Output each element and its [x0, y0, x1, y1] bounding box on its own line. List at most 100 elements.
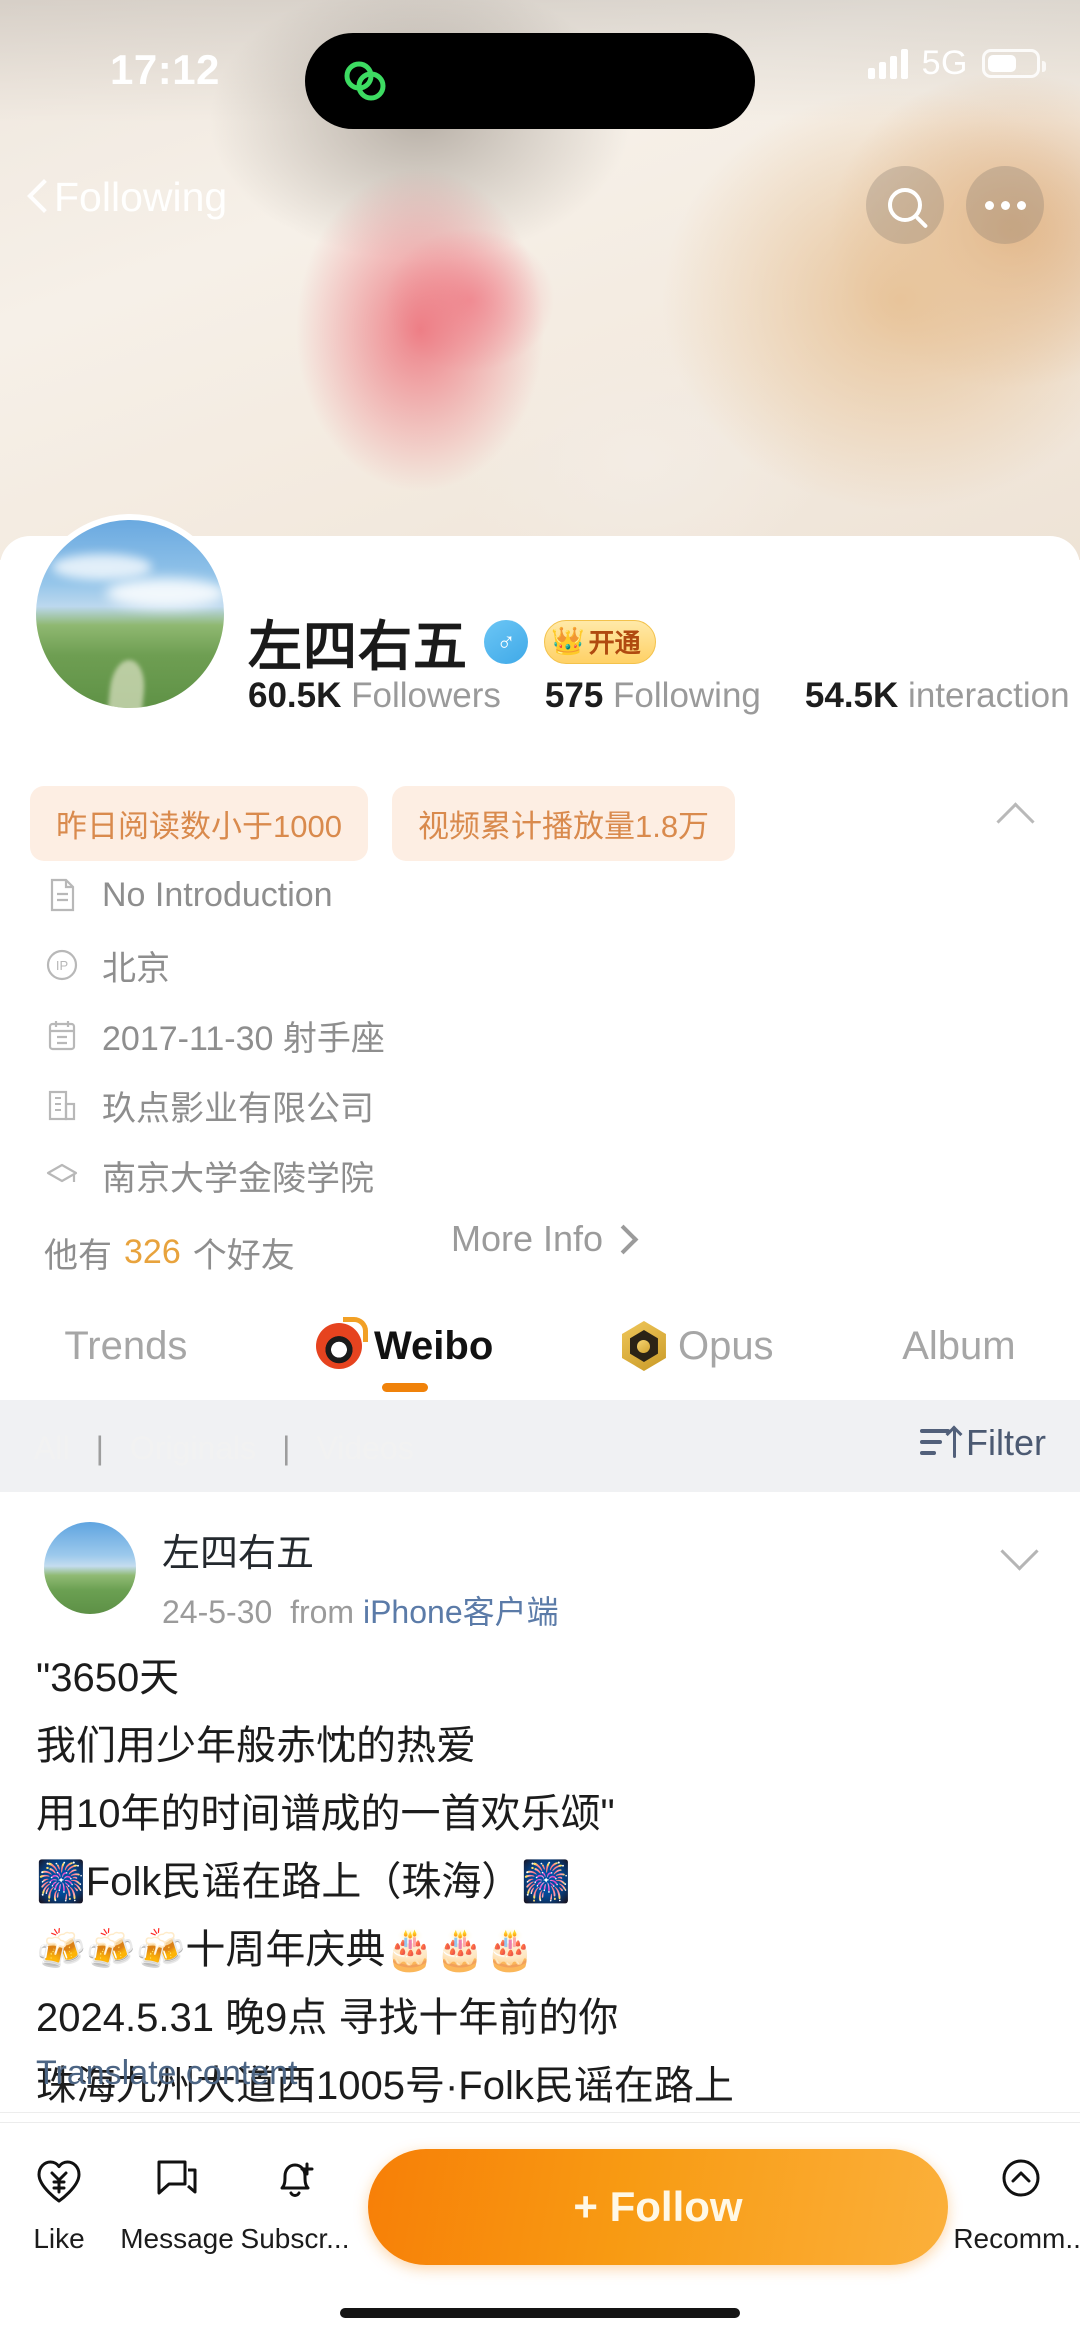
- stat-followers-value: 60.5K: [248, 676, 342, 715]
- heart-yuan-icon: [33, 2149, 85, 2211]
- stat-following-label: Following: [613, 676, 761, 715]
- phone-screen: 17:12 5G Following 左四右五 ♂ 👑 开通 60.5K Fol…: [0, 0, 1080, 2340]
- stat-following[interactable]: 575 Following: [545, 676, 761, 716]
- post-divider: [0, 2112, 1080, 2113]
- post-source[interactable]: iPhone客户端: [363, 1594, 559, 1630]
- like-button-label: Like: [33, 2223, 85, 2254]
- chevron-down-icon[interactable]: [1002, 1538, 1036, 1572]
- dynamic-island[interactable]: [305, 33, 755, 129]
- profile-tag-pills: 昨日阅读数小于1000 视频累计播放量1.8万: [30, 786, 736, 861]
- info-row-introduction: No Introduction: [44, 872, 385, 918]
- weibo-logo-icon: [316, 1317, 369, 1369]
- info-company-text: 玖点影业有限公司: [102, 1089, 374, 1128]
- info-introduction-text: No Introduction: [102, 875, 333, 914]
- info-row-location: IP 北京: [44, 942, 385, 988]
- filter-button-label: Filter: [966, 1422, 1046, 1463]
- document-icon: [50, 878, 75, 912]
- vip-badge-label: 开通: [588, 628, 641, 658]
- back-button[interactable]: Following: [28, 174, 227, 221]
- filter-segment-originals[interactable]: Originals: [130, 1430, 256, 1467]
- stat-followers-label: Followers: [351, 676, 501, 715]
- navigation-bar: Following: [0, 150, 1080, 270]
- post-line: 用10年的时间谱成的一首欢乐颂": [36, 1792, 615, 1836]
- tab-trends[interactable]: Trends: [64, 1292, 187, 1400]
- post-from-label: from: [290, 1594, 355, 1630]
- avatar-cloud: [52, 554, 152, 580]
- search-button[interactable]: [866, 166, 944, 244]
- tab-weibo[interactable]: Weibo: [316, 1292, 493, 1400]
- stat-interaction-value: 54.5K: [804, 676, 899, 715]
- like-button[interactable]: Like: [0, 2149, 118, 2255]
- tag-pill-reads[interactable]: 昨日阅读数小于1000: [30, 786, 368, 861]
- chevron-up-circle-icon: [995, 2149, 1047, 2211]
- stat-interaction-label: interaction: [908, 676, 1070, 715]
- post-line: "3650天: [36, 1656, 180, 1700]
- filter-separator: |: [95, 1430, 104, 1466]
- vip-badge[interactable]: 👑 开通: [544, 619, 656, 664]
- chevron-right-icon: [613, 1225, 629, 1253]
- info-location-text: 北京: [102, 949, 170, 988]
- avatar[interactable]: [30, 514, 230, 714]
- calendar-icon: [48, 1021, 76, 1051]
- avatar-cloud: [106, 578, 224, 608]
- info-row-education: 南京大学金陵学院: [44, 1152, 385, 1198]
- post-card: 左四右五 24-5-30 from iPhone客户端 "3650天 我们用少年…: [0, 1492, 1080, 2132]
- tab-album[interactable]: Album: [902, 1292, 1015, 1400]
- info-birthday-text: 2017-11-30 射手座: [102, 1019, 385, 1058]
- message-button-label: Message: [120, 2223, 234, 2254]
- recording-link-icon: [344, 61, 386, 101]
- home-indicator[interactable]: [340, 2308, 740, 2318]
- chevron-up-icon[interactable]: [1000, 798, 1034, 832]
- tab-album-label: Album: [902, 1323, 1016, 1368]
- post-header: 左四右五 24-5-30 from iPhone客户端: [44, 1522, 559, 1633]
- message-button[interactable]: Message: [118, 2149, 236, 2255]
- subscribe-button[interactable]: Subscr...: [236, 2149, 354, 2255]
- gender-male-icon: ♂: [484, 619, 528, 664]
- info-education-text: 南京大学金陵学院: [102, 1159, 374, 1198]
- translate-content-link[interactable]: Translate content: [36, 2054, 297, 2093]
- subscribe-button-label: Subscr...: [240, 2223, 350, 2254]
- navigation-actions: [866, 166, 1044, 244]
- filter-segment-all[interactable]: All: [34, 1430, 70, 1467]
- profile-name-row: 左四右五 ♂ 👑 开通: [248, 602, 656, 681]
- tab-opus-label: Opus: [677, 1323, 774, 1368]
- post-timestamp: 24-5-30 from iPhone客户端: [162, 1587, 559, 1633]
- filter-segment-videos[interactable]: Videos: [316, 1430, 413, 1467]
- post-author-avatar[interactable]: [44, 1522, 136, 1614]
- filter-bar: All | Originals | Videos Filter: [0, 1400, 1080, 1492]
- more-info-button[interactable]: More Info: [0, 1218, 1080, 1260]
- more-dots-icon: [984, 200, 1026, 210]
- bell-plus-icon: [269, 2149, 321, 2211]
- ip-location-icon: IP: [46, 949, 78, 981]
- avatar-path: [106, 658, 148, 708]
- tab-trends-label: Trends: [64, 1323, 188, 1368]
- filter-separator: |: [282, 1430, 291, 1466]
- filter-button[interactable]: Filter: [920, 1422, 1046, 1464]
- message-icon: [151, 2149, 203, 2211]
- more-button[interactable]: [966, 166, 1044, 244]
- profile-display-name: 左四右五: [248, 617, 468, 677]
- tab-weibo-label: Weibo: [374, 1323, 494, 1368]
- stat-following-value: 575: [544, 676, 604, 715]
- post-line: 🎆Folk民谣在路上（珠海）🎆: [36, 1860, 572, 1904]
- profile-info-list: No Introduction IP 北京 2017-11-30 射手座 玖点影…: [44, 872, 385, 1277]
- sort-filter-icon: [920, 1426, 958, 1460]
- post-content[interactable]: "3650天 我们用少年般赤忱的热爱 用10年的时间谱成的一首欢乐颂" 🎆Fol…: [36, 1644, 1046, 2120]
- stat-followers[interactable]: 60.5K Followers: [248, 676, 501, 716]
- post-author-name[interactable]: 左四右五: [162, 1522, 559, 1577]
- post-date: 24-5-30: [162, 1594, 273, 1630]
- post-line: 🍻🍻🍻十周年庆典🎂🎂🎂: [36, 1928, 535, 1972]
- post-line: 2024.5.31 晚9点 寻找十年前的你: [36, 1996, 619, 2040]
- tab-opus[interactable]: Opus: [621, 1292, 774, 1400]
- more-info-label: More Info: [450, 1218, 604, 1259]
- tab-active-underline: [381, 1383, 428, 1392]
- recommend-button[interactable]: Recomm...: [953, 2149, 1080, 2255]
- filter-segment-group[interactable]: All | Originals | Videos: [34, 1430, 414, 1467]
- info-row-company: 玖点影业有限公司: [44, 1082, 385, 1128]
- network-type-label: 5G: [921, 44, 968, 82]
- status-bar-time: 17:12: [110, 46, 220, 93]
- tag-pill-video-plays[interactable]: 视频累计播放量1.8万: [391, 786, 736, 861]
- post-meta: 左四右五 24-5-30 from iPhone客户端: [162, 1522, 559, 1633]
- follow-button[interactable]: + Follow: [368, 2149, 948, 2265]
- stat-interaction[interactable]: 54.5K interaction: [805, 676, 1070, 716]
